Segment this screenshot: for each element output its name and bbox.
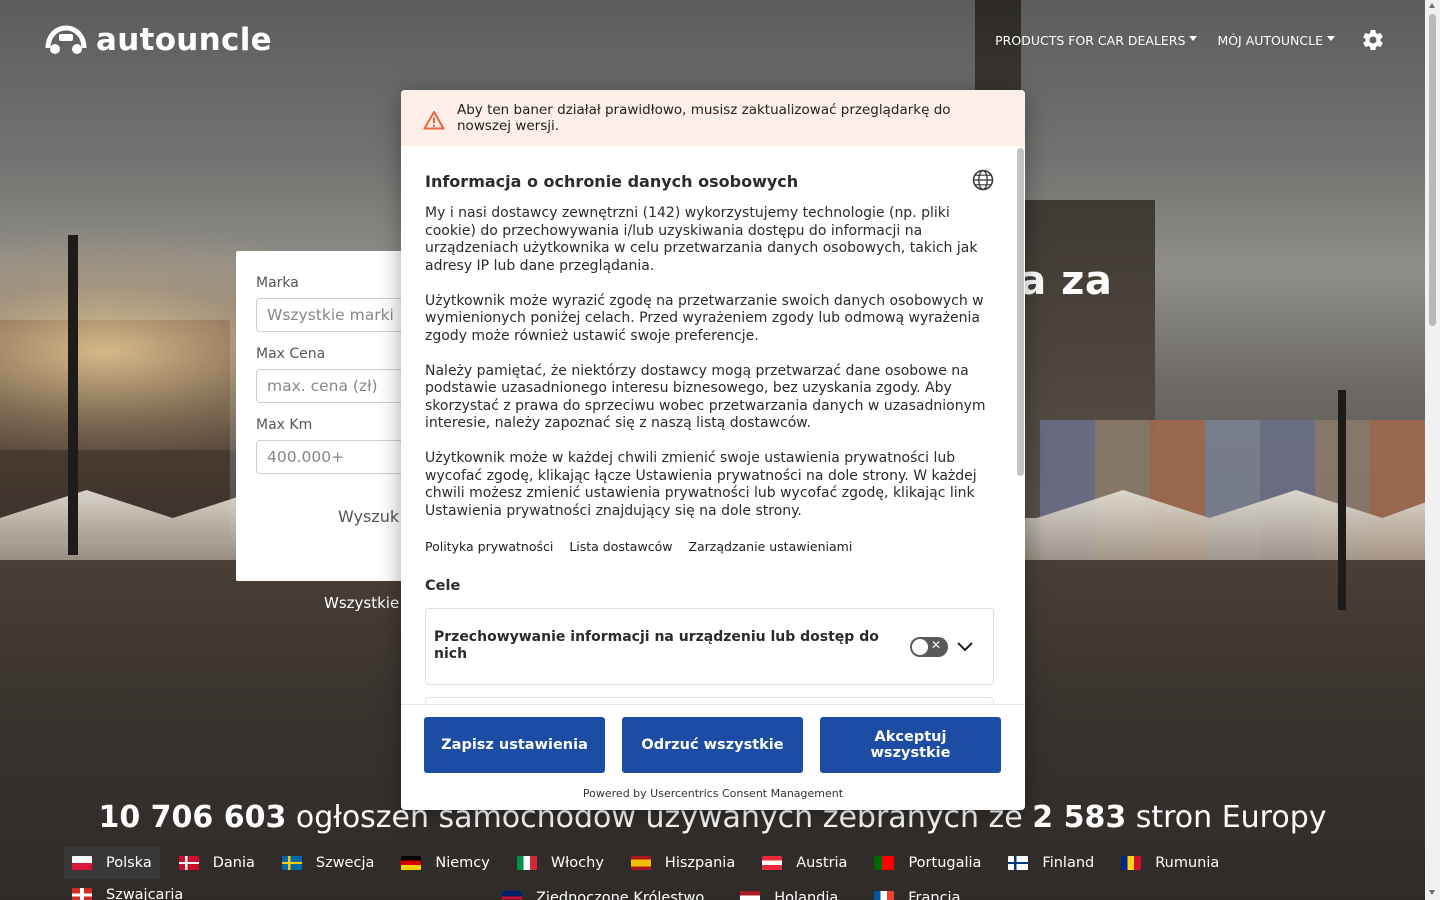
country-name: Austria xyxy=(796,855,848,871)
country-link[interactable]: Francja xyxy=(866,882,968,900)
country-list-row2: Zjednoczone Królestwo Holandia Francja xyxy=(494,882,968,900)
country-link[interactable]: Hiszpania xyxy=(623,847,743,879)
consent-paragraph: Użytkownik może wyrazić zgodę na przetwa… xyxy=(425,292,984,344)
language-globe-icon[interactable] xyxy=(972,169,994,191)
toggle-off-x-icon: ✕ xyxy=(931,638,942,652)
country-link[interactable]: Zjednoczone Królestwo xyxy=(494,882,712,900)
flag-fr-icon xyxy=(874,891,895,900)
car-logo-icon xyxy=(45,25,87,54)
logo-text: autouncle xyxy=(96,22,272,58)
flag-se-icon xyxy=(281,856,302,870)
country-link[interactable]: Szwecja xyxy=(274,847,382,879)
flag-it-icon xyxy=(516,856,537,870)
scroll-up-arrow-icon[interactable] xyxy=(1429,3,1435,8)
flag-pt-icon xyxy=(874,856,895,870)
country-link[interactable]: Rumunia xyxy=(1113,847,1227,879)
consent-paragraph: Należy pamiętać, że niektórzy dostawcy m… xyxy=(425,362,986,432)
flag-pl-icon xyxy=(72,856,92,870)
save-settings-button[interactable]: Zapisz ustawienia xyxy=(424,717,605,773)
country-name: Szwecja xyxy=(315,855,375,871)
flag-dk-icon xyxy=(178,856,199,870)
country-name: Hiszpania xyxy=(664,855,736,871)
country-name: Francja xyxy=(908,890,961,900)
country-link[interactable]: Włochy xyxy=(509,847,612,879)
site-header: autouncle PRODUCTS FOR CAR DEALERS MÓJ A… xyxy=(0,0,1425,80)
page-scrollbar-thumb[interactable] xyxy=(1429,14,1436,326)
search-button[interactable]: Wyszuk xyxy=(338,507,399,526)
country-name: Szwajcaria xyxy=(106,887,184,900)
caret-down-icon xyxy=(1327,36,1335,41)
accept-all-button[interactable]: Akceptuj wszystkie xyxy=(820,717,1001,773)
gear-icon[interactable] xyxy=(1361,28,1385,52)
manage-settings-link[interactable]: Zarządzanie ustawieniami xyxy=(688,539,852,554)
nav-my-account-dropdown[interactable]: MÓJ AUTOUNCLE xyxy=(1217,33,1335,48)
purpose-storage-accordion[interactable]: Przechowywanie informacji na urządzeniu … xyxy=(425,608,994,685)
country-link[interactable]: Portugalia xyxy=(866,847,989,879)
country-name: Finland xyxy=(1042,855,1095,871)
country-name: Dania xyxy=(212,855,255,871)
country-name: Portugalia xyxy=(908,855,982,871)
country-name: Rumunia xyxy=(1155,855,1220,871)
nav-products-label: PRODUCTS FOR CAR DEALERS xyxy=(995,32,1186,48)
powered-by-text: Powered by Usercentrics Consent Manageme… xyxy=(582,787,844,800)
top-nav: PRODUCTS FOR CAR DEALERS MÓJ AUTOUNCLE xyxy=(995,28,1385,52)
flag-nl-icon xyxy=(740,891,761,900)
flag-ro-icon xyxy=(1121,856,1142,870)
site-count: 2 583 xyxy=(1032,800,1127,835)
toggle-knob xyxy=(912,639,928,655)
consent-links: Polityka prywatności Lista dostawców Zar… xyxy=(425,539,1016,554)
stats-text-end: stron Europy xyxy=(1126,800,1327,835)
country-name: Niemcy xyxy=(435,855,490,871)
country-link[interactable]: Austria xyxy=(754,847,855,879)
country-name: Holandia xyxy=(774,890,839,900)
country-link[interactable]: Niemcy xyxy=(393,847,497,879)
logo[interactable]: autouncle xyxy=(44,22,272,58)
flag-es-icon xyxy=(630,856,651,870)
country-link[interactable]: Dania xyxy=(171,847,263,879)
listing-count: 10 706 603 xyxy=(98,800,287,835)
purpose-storage-title: Przechowywanie informacji na urządzeniu … xyxy=(434,629,879,662)
vendor-list-link[interactable]: Lista dostawców xyxy=(569,539,672,554)
flag-uk-icon xyxy=(502,891,522,900)
consent-body: Informacja o ochronie danych osobowych M… xyxy=(401,146,1016,704)
flag-de-icon xyxy=(401,856,422,870)
flag-at-icon xyxy=(762,856,783,870)
nav-products-dropdown[interactable]: PRODUCTS FOR CAR DEALERS xyxy=(995,32,1198,48)
nav-my-account-label: MÓJ AUTOUNCLE xyxy=(1217,32,1323,48)
flag-fi-icon xyxy=(1008,856,1029,870)
browser-warning-text: Aby ten baner działał prawidłowo, musisz… xyxy=(457,102,951,134)
country-link[interactable]: Polska xyxy=(64,847,160,879)
consent-modal: Aby ten baner działał prawidłowo, musisz… xyxy=(401,90,1025,810)
country-link[interactable]: Holandia xyxy=(732,882,846,900)
flag-ch-icon xyxy=(72,888,92,900)
reject-all-button[interactable]: Odrzuć wszystkie xyxy=(622,717,803,773)
caret-down-icon xyxy=(1189,36,1198,41)
purpose-next-accordion[interactable] xyxy=(425,697,994,704)
consent-paragraph: Użytkownik może w każdej chwili zmienić … xyxy=(425,450,977,519)
consent-scrollbar-thumb[interactable] xyxy=(1017,148,1024,476)
purpose-storage-toggle[interactable]: ✕ xyxy=(910,637,948,657)
country-link[interactable]: Finland xyxy=(1000,847,1102,879)
purposes-heading: Cele xyxy=(425,578,461,594)
consent-title: Informacja o ochronie danych osobowych xyxy=(425,172,799,191)
consent-scrollbar[interactable] xyxy=(1016,146,1025,704)
scroll-down-arrow-icon[interactable] xyxy=(1429,890,1435,895)
country-name: Polska xyxy=(106,855,152,871)
chevron-down-icon[interactable] xyxy=(954,635,976,657)
consent-paragraph: My i nasi dostawcy zewnętrzni (142) wyko… xyxy=(425,205,978,274)
country-name: Zjednoczone Królestwo xyxy=(536,890,705,900)
warning-triangle-icon xyxy=(423,111,445,130)
all-cars-link[interactable]: Wszystkie xyxy=(324,594,399,612)
page-scrollbar[interactable] xyxy=(1425,0,1440,900)
country-link[interactable]: Szwajcaria xyxy=(64,879,191,900)
privacy-policy-link[interactable]: Polityka prywatności xyxy=(425,539,553,554)
browser-warning-banner: Aby ten baner działał prawidłowo, musisz… xyxy=(401,90,1025,146)
country-name: Włochy xyxy=(550,855,604,871)
consent-footer: Zapisz ustawienia Odrzuć wszystkie Akcep… xyxy=(401,704,1025,810)
